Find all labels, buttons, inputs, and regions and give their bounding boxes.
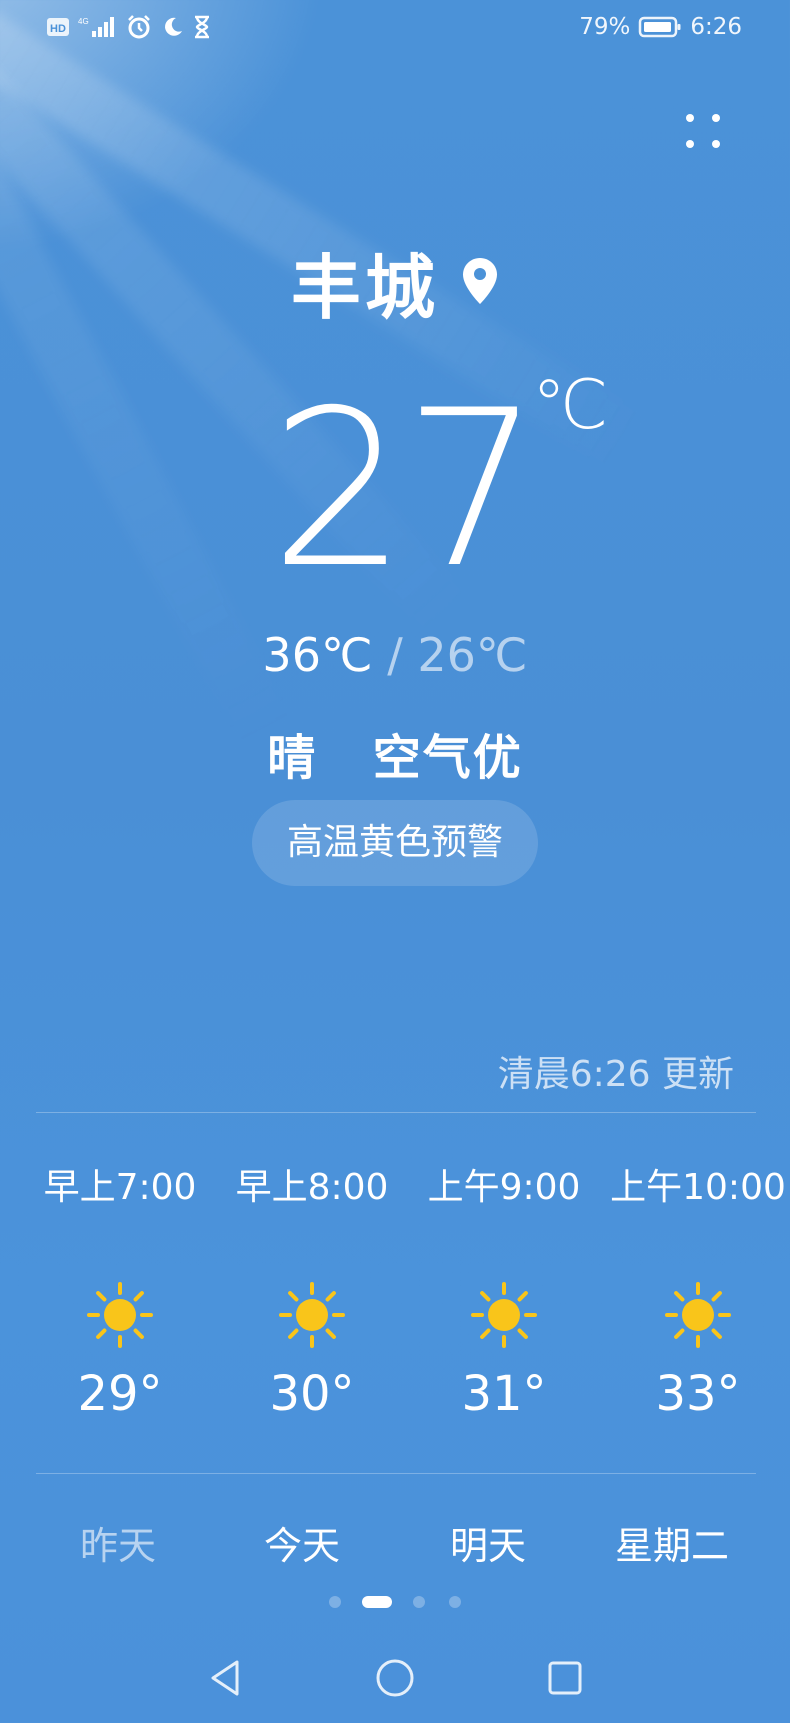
- hour-temp: 30°: [269, 1366, 355, 1422]
- city-name: 丰城: [291, 247, 439, 329]
- signal-4g-icon: 4G: [78, 15, 118, 39]
- back-icon: [207, 1658, 243, 1702]
- hourly-item: 早上8:00 30°: [212, 1158, 412, 1422]
- battery-percent: 79%: [579, 14, 631, 40]
- page-indicator: [0, 1592, 790, 1612]
- tab-tuesday[interactable]: 星期二: [582, 1515, 762, 1570]
- hour-time: 上午10:00: [610, 1167, 786, 1208]
- location-pin-icon: [461, 256, 499, 310]
- city-header[interactable]: 丰城: [0, 232, 790, 333]
- page-dot-active[interactable]: [362, 1596, 392, 1608]
- svg-text:4G: 4G: [78, 17, 89, 26]
- temperature-unit: ℃: [532, 366, 609, 445]
- recents-button[interactable]: [535, 1650, 595, 1710]
- air-quality: 空气优: [372, 730, 523, 786]
- status-bar: HD 4G 79% 6:26: [0, 0, 790, 60]
- clock: 6:26: [690, 14, 742, 40]
- range-separator: /: [387, 628, 403, 682]
- divider: [36, 1473, 756, 1474]
- menu-dot: [686, 114, 694, 122]
- update-time: 清晨6:26 更新: [497, 1054, 734, 1095]
- home-icon: [375, 1658, 415, 1702]
- sun-icon: [277, 1280, 347, 1350]
- page-dot[interactable]: [413, 1596, 425, 1608]
- hourglass-icon: [192, 15, 212, 39]
- menu-dot: [686, 140, 694, 148]
- status-icons: HD 4G: [46, 14, 212, 40]
- page-dot[interactable]: [329, 1596, 341, 1608]
- tab-yesterday[interactable]: 昨天: [28, 1515, 208, 1570]
- weather-summary: 晴 空气优: [0, 718, 790, 788]
- menu-dot: [712, 140, 720, 148]
- navigation-bar: [0, 1650, 790, 1720]
- sun-icon: [469, 1280, 539, 1350]
- tab-tomorrow[interactable]: 明天: [398, 1515, 578, 1570]
- hourly-item: 早上7:00 29°: [20, 1158, 220, 1422]
- sun-icon: [85, 1280, 155, 1350]
- temperature-high: 36℃: [262, 628, 373, 682]
- temperature-range: 36℃ / 26℃: [0, 628, 790, 682]
- hour-temp: 33°: [655, 1366, 741, 1422]
- current-temperature: 27 ℃: [270, 366, 608, 602]
- hourly-item: 上午10:00 33°: [598, 1158, 790, 1422]
- tab-today[interactable]: 今天: [212, 1515, 392, 1570]
- hour-time: 早上7:00: [43, 1167, 197, 1208]
- hourly-item: 上午9:00 31°: [404, 1158, 604, 1422]
- status-right: 79% 6:26: [579, 14, 742, 40]
- temperature-value: 27: [270, 364, 541, 615]
- moon-icon: [160, 15, 184, 39]
- weather-condition: 晴: [267, 730, 318, 786]
- heat-warning-badge[interactable]: 高温黄色预警: [252, 800, 538, 886]
- hour-time: 早上8:00: [235, 1167, 389, 1208]
- home-button[interactable]: [365, 1650, 425, 1710]
- page-dot[interactable]: [449, 1596, 461, 1608]
- back-button[interactable]: [195, 1650, 255, 1710]
- sun-icon: [663, 1280, 733, 1350]
- hour-temp: 29°: [77, 1366, 163, 1422]
- menu-dot: [712, 114, 720, 122]
- alarm-icon: [126, 14, 152, 40]
- temperature-low: 26℃: [417, 628, 528, 682]
- hd-icon: HD: [46, 16, 70, 38]
- hourly-forecast[interactable]: 早上7:00 29° 早上8:00 30° 上午9:00 31° 上午10:00…: [0, 1158, 790, 1438]
- hour-time: 上午9:00: [427, 1167, 581, 1208]
- hour-temp: 31°: [461, 1366, 547, 1422]
- recents-icon: [547, 1660, 583, 1700]
- divider: [36, 1112, 756, 1113]
- svg-text:HD: HD: [50, 23, 66, 35]
- battery-icon: [638, 15, 682, 39]
- more-menu-button[interactable]: [680, 110, 730, 160]
